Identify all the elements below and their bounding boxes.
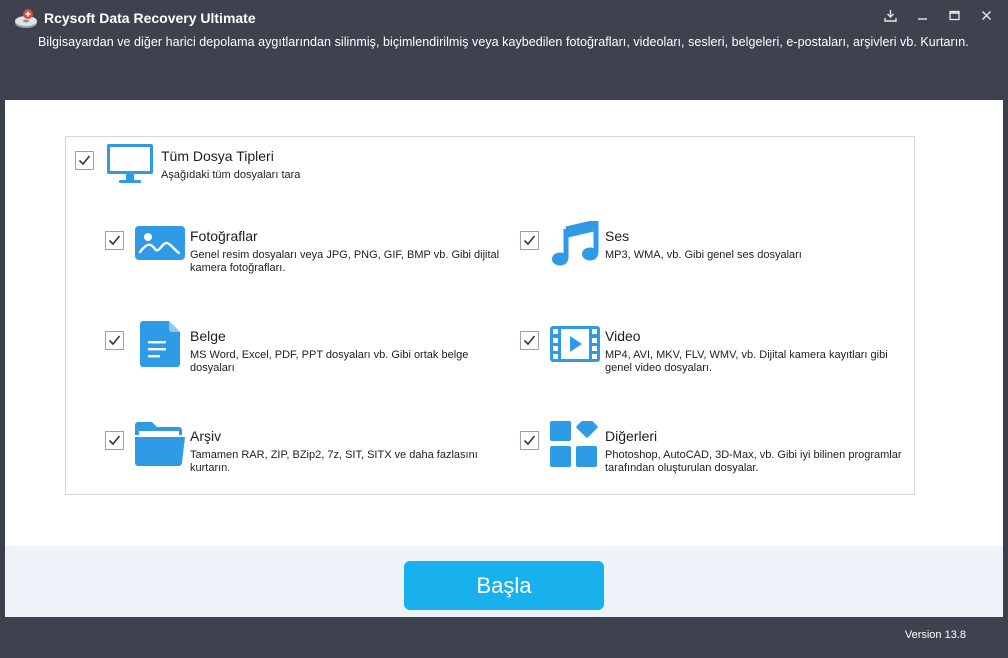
- window-title: Rcysoft Data Recovery Ultimate: [44, 10, 256, 26]
- audio-title: Ses: [605, 228, 630, 244]
- others-desc: Photoshop, AutoCAD, 3D-Max, vb. Gibi iyi…: [605, 449, 902, 474]
- photos-desc: Genel resim dosyaları veya JPG, PNG, GIF…: [190, 249, 500, 274]
- monitor-icon: [106, 143, 154, 189]
- maximize-icon[interactable]: [938, 4, 970, 26]
- app-logo-icon: [14, 8, 38, 30]
- document-checkbox[interactable]: [105, 331, 124, 350]
- window-controls: [874, 4, 1002, 26]
- photo-icon: [135, 226, 185, 264]
- window-subtitle: Bilgisayardan ve diğer harici depolama a…: [38, 35, 969, 49]
- archive-title: Arşiv: [190, 428, 222, 444]
- photos-checkbox[interactable]: [105, 231, 124, 250]
- video-title: Video: [605, 328, 641, 344]
- audio-checkbox[interactable]: [520, 231, 539, 250]
- close-icon[interactable]: [970, 4, 1002, 26]
- archive-desc: Tamamen RAR, ZIP, BZip2, 7z, SIT, SITX v…: [190, 449, 478, 474]
- status-bar: Version 13.8: [0, 617, 1008, 658]
- document-title: Belge: [190, 328, 226, 344]
- main-content: Tüm Dosya Tipleri Aşağıdaki tüm dosyalar…: [5, 100, 1003, 546]
- music-note-icon: [551, 219, 599, 271]
- download-icon[interactable]: [874, 4, 906, 26]
- folder-icon: [135, 422, 185, 470]
- video-film-icon: [550, 326, 600, 366]
- all-types-desc: Aşağıdaki tüm dosyaları tara: [161, 169, 301, 181]
- others-title: Diğerleri: [605, 428, 658, 444]
- video-desc: MP4, AVI, MKV, FLV, WMV, vb. Dijital kam…: [605, 349, 888, 374]
- archive-checkbox[interactable]: [105, 431, 124, 450]
- photos-title: Fotoğraflar: [190, 228, 258, 244]
- document-icon: [140, 321, 180, 371]
- title-bar: Rcysoft Data Recovery Ultimate Bilgisaya…: [0, 0, 1008, 100]
- all-types-title: Tüm Dosya Tipleri: [161, 148, 274, 164]
- all-types-checkbox[interactable]: [75, 151, 94, 170]
- audio-desc: MP3, WMA, vb. Gibi genel ses dosyaları: [605, 249, 802, 261]
- others-checkbox[interactable]: [520, 431, 539, 450]
- document-desc: MS Word, Excel, PDF, PPT dosyaları vb. G…: [190, 349, 469, 374]
- tiles-icon: [550, 416, 600, 471]
- file-type-panel: Tüm Dosya Tipleri Aşağıdaki tüm dosyalar…: [65, 136, 915, 495]
- video-checkbox[interactable]: [520, 331, 539, 350]
- minimize-icon[interactable]: [906, 4, 938, 26]
- action-bar: Başla: [5, 546, 1003, 617]
- version-label: Version 13.8: [904, 629, 966, 641]
- start-button[interactable]: Başla: [404, 561, 604, 610]
